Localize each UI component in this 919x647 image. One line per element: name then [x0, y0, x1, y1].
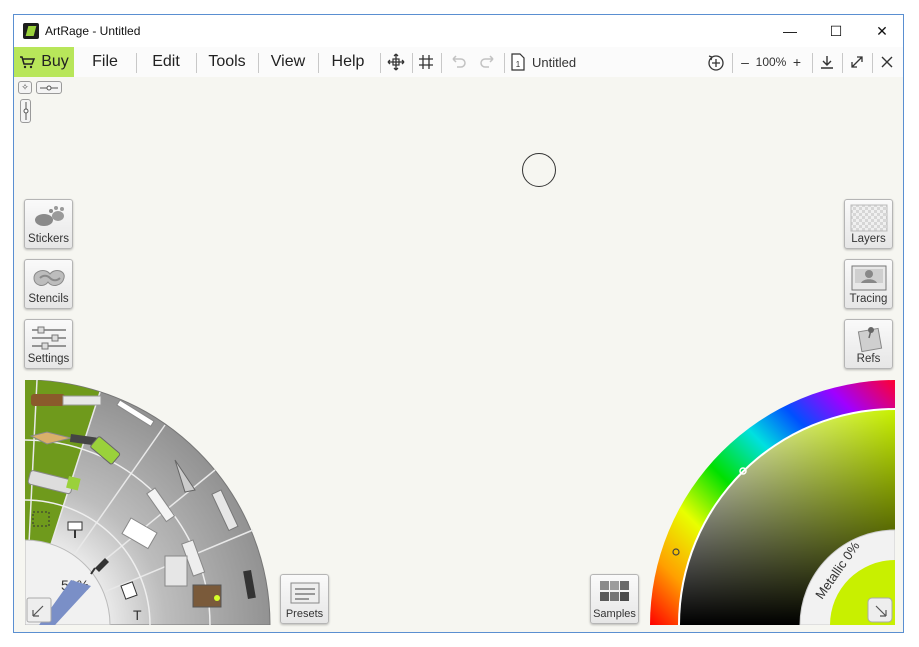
menu-tools[interactable]: Tools [198, 47, 256, 77]
stencils-label: Stencils [28, 293, 69, 305]
menu-separator [812, 53, 813, 73]
cart-icon [20, 56, 36, 69]
settings-label: Settings [27, 353, 70, 365]
stencil-shape-icon [33, 270, 65, 286]
menu-separator [318, 53, 319, 73]
maximize-button[interactable]: ☐ [813, 15, 859, 47]
fullscreen-icon[interactable] [846, 47, 868, 77]
menu-bar: Buy File Edit Tools View Help 1 Untitled [14, 47, 903, 78]
brush-cursor [522, 153, 556, 187]
menu-separator [412, 53, 413, 73]
undo-icon[interactable] [444, 47, 472, 77]
layers-label: Layers [851, 233, 886, 245]
layers-checker-icon [850, 204, 888, 232]
stickers-button[interactable]: Stickers [24, 199, 73, 249]
menu-edit[interactable]: Edit [138, 47, 194, 77]
menu-separator [842, 53, 843, 73]
text-tool-icon[interactable]: T [133, 607, 142, 623]
document-name[interactable]: Untitled [532, 47, 592, 77]
settings-sliders-icon [32, 326, 66, 350]
presets-button[interactable]: Presets [280, 574, 329, 624]
oil-brush-icon[interactable] [31, 394, 102, 406]
tracing-button[interactable]: Tracing [844, 259, 893, 309]
stickers-label: Stickers [28, 233, 69, 245]
app-window: ArtRage - Untitled — ☐ ✕ Buy File Edit T… [13, 14, 904, 633]
menu-separator [872, 53, 873, 73]
svg-text:T: T [133, 607, 142, 623]
menu-separator [732, 53, 733, 73]
menu-separator [441, 53, 442, 73]
tracing-label: Tracing [849, 293, 888, 305]
grid-icon[interactable] [415, 47, 437, 77]
artrage-logo-icon [23, 23, 39, 39]
close-button[interactable]: ✕ [859, 15, 903, 47]
minimize-button[interactable]: — [767, 15, 813, 47]
zoom-in-button[interactable]: + [790, 47, 804, 77]
menu-help[interactable]: Help [320, 47, 376, 77]
stencils-button[interactable]: Stencils [24, 259, 73, 309]
menu-view[interactable]: View [260, 47, 316, 77]
document-icon[interactable]: 1 [508, 47, 528, 77]
pattern-roller-icon[interactable] [192, 584, 222, 608]
menu-separator [258, 53, 259, 73]
settings-button[interactable]: Settings [24, 319, 73, 369]
presets-icon [290, 582, 320, 604]
presets-label: Presets [285, 608, 324, 620]
menu-separator [380, 53, 381, 73]
redo-icon[interactable] [474, 47, 502, 77]
menu-separator [136, 53, 137, 73]
layers-button[interactable]: Layers [844, 199, 893, 249]
panel-pin-icon[interactable]: ✧ [18, 81, 32, 94]
fill-bucket-icon[interactable] [164, 555, 188, 587]
vertical-slider-icon[interactable] [20, 99, 31, 123]
zoom-out-button[interactable]: – [738, 47, 752, 77]
menu-separator [196, 53, 197, 73]
pushpin-note-icon [857, 327, 883, 352]
title-bar: ArtRage - Untitled — ☐ ✕ [14, 15, 903, 47]
buy-label: Buy [41, 53, 69, 70]
menu-file[interactable]: File [76, 47, 134, 77]
zoom-level: 100% [755, 55, 787, 69]
refs-button[interactable]: Refs [844, 319, 893, 369]
download-icon[interactable] [816, 47, 838, 77]
refs-label: Refs [856, 353, 881, 365]
menu-separator [504, 53, 505, 73]
tool-picker-wheel[interactable]: T 50% [25, 380, 280, 625]
buy-button[interactable]: Buy [14, 47, 74, 77]
samples-button[interactable]: Samples [590, 574, 639, 624]
close-document-icon[interactable] [876, 47, 898, 77]
horizontal-slider-icon[interactable] [36, 81, 62, 94]
window-title: ArtRage - Untitled [45, 24, 141, 38]
footprints-icon [35, 206, 64, 226]
color-picker-wheel[interactable]: Metallic 0% [650, 380, 895, 625]
samples-label: Samples [593, 608, 636, 620]
samples-swatches-icon [600, 581, 629, 601]
move-canvas-icon[interactable] [384, 47, 408, 77]
rotate-canvas-icon[interactable] [704, 47, 728, 77]
tracing-image-icon [851, 265, 887, 291]
document-page-number: 1 [516, 60, 521, 69]
